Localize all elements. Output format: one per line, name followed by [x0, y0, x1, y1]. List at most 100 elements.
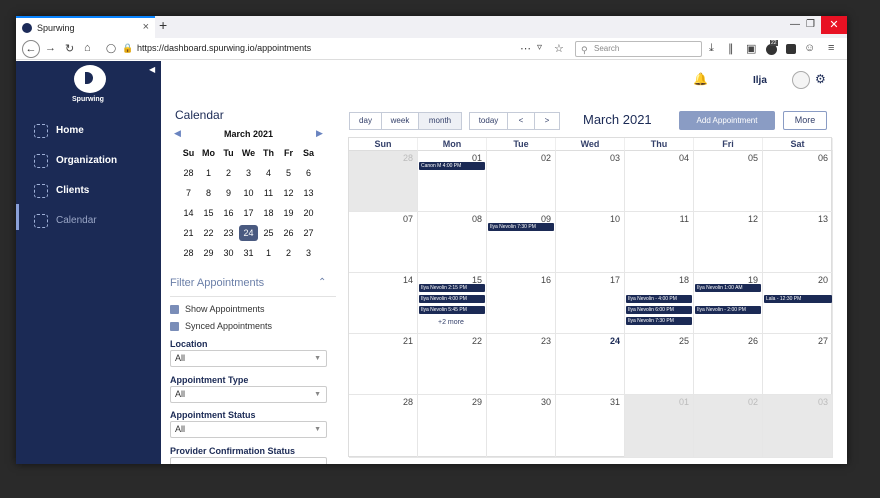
- mini-day[interactable]: 3: [299, 245, 318, 261]
- day-cell[interactable]: 06: [763, 151, 833, 212]
- day-cell[interactable]: 14: [349, 273, 418, 334]
- mini-day[interactable]: 26: [279, 225, 298, 241]
- day-cell[interactable]: 11: [625, 212, 694, 273]
- mini-day[interactable]: 14: [179, 205, 198, 221]
- minimize-icon[interactable]: —: [790, 19, 800, 30]
- reload-icon[interactable]: ↻: [65, 42, 74, 55]
- provider-status-select[interactable]: [170, 457, 327, 464]
- mini-day[interactable]: 4: [259, 165, 278, 181]
- event[interactable]: Ilya Nevolin 5:45 PM: [419, 306, 485, 314]
- event[interactable]: Ilya Nevolin 2:15 PM: [419, 284, 485, 292]
- day-cell[interactable]: 21: [349, 334, 418, 395]
- event[interactable]: Ilya Nevolin 7:30 PM: [488, 223, 554, 231]
- search-input[interactable]: ⚲ Search: [575, 41, 702, 57]
- day-cell[interactable]: 08: [418, 212, 487, 273]
- day-cell[interactable]: 16: [487, 273, 556, 334]
- appointment-status-select[interactable]: All ▼: [170, 421, 327, 438]
- day-cell[interactable]: 28: [349, 151, 418, 212]
- mini-day[interactable]: 3: [239, 165, 258, 181]
- more-button[interactable]: More: [783, 111, 827, 130]
- day-cell[interactable]: 07: [349, 212, 418, 273]
- mini-day[interactable]: 24: [239, 225, 258, 241]
- event[interactable]: Canon M 4:00 PM: [419, 162, 485, 170]
- star-icon[interactable]: ☆: [554, 42, 564, 55]
- mini-day[interactable]: 15: [199, 205, 218, 221]
- day-cell[interactable]: 24: [556, 334, 625, 395]
- event[interactable]: Ilya Nevolin 7:30 PM: [626, 317, 692, 325]
- mini-day[interactable]: 9: [219, 185, 238, 201]
- event[interactable]: Ilya Nevolin - 4:00 PM: [626, 295, 692, 303]
- mini-day[interactable]: 21: [179, 225, 198, 241]
- library-icon[interactable]: ∥: [728, 42, 734, 55]
- mini-day[interactable]: 25: [259, 225, 278, 241]
- mini-prev-icon[interactable]: ◀: [174, 128, 181, 139]
- event[interactable]: Ilya Nevolin - 2:00 PM: [695, 306, 761, 314]
- day-cell[interactable]: 02: [487, 151, 556, 212]
- url-bar[interactable]: https://dashboard.spurwing.io/appointmen…: [137, 43, 311, 53]
- event[interactable]: Lala - 12:30 PM: [764, 295, 832, 303]
- day-cell[interactable]: 17: [556, 273, 625, 334]
- day-cell[interactable]: 26: [694, 334, 763, 395]
- mini-day[interactable]: 18: [259, 205, 278, 221]
- day-cell[interactable]: 29: [418, 395, 487, 458]
- mini-day[interactable]: 12: [279, 185, 298, 201]
- day-cell[interactable]: 01: [625, 395, 694, 458]
- day-cell[interactable]: 05: [694, 151, 763, 212]
- menu-dots-icon[interactable]: ⋯: [520, 42, 531, 55]
- mini-day[interactable]: 16: [219, 205, 238, 221]
- event[interactable]: Ilya Nevolin 4:00 PM: [419, 295, 485, 303]
- mini-day[interactable]: 28: [179, 165, 198, 181]
- mini-day[interactable]: 30: [219, 245, 238, 261]
- mini-day[interactable]: 2: [219, 165, 238, 181]
- mini-day[interactable]: 11: [259, 185, 278, 201]
- day-cell[interactable]: 10: [556, 212, 625, 273]
- event[interactable]: Ilya Nevolin 1:00 AM: [695, 284, 761, 292]
- reader-icon[interactable]: ▣: [746, 42, 756, 55]
- download-icon[interactable]: ⤓: [709, 42, 714, 55]
- today-button[interactable]: today: [469, 112, 508, 130]
- day-cell[interactable]: 20 Lala - 12:30 PM: [763, 273, 833, 334]
- show-appointments-checkbox[interactable]: [170, 305, 179, 314]
- mini-day[interactable]: 5: [279, 165, 298, 181]
- day-cell[interactable]: 02: [694, 395, 763, 458]
- day-cell[interactable]: 15 Ilya Nevolin 2:15 PM Ilya Nevolin 4:00 …: [418, 273, 487, 334]
- close-window-icon[interactable]: ✕: [821, 16, 847, 34]
- mini-day[interactable]: 10: [239, 185, 258, 201]
- mini-day[interactable]: 6: [299, 165, 318, 181]
- day-cell[interactable]: 13: [763, 212, 833, 273]
- mini-day[interactable]: 23: [219, 225, 238, 241]
- user-name[interactable]: Ilja: [753, 75, 767, 86]
- browser-tab[interactable]: Spurwing ×: [16, 16, 155, 38]
- day-cell[interactable]: 25: [625, 334, 694, 395]
- collapse-icon[interactable]: ◀: [149, 65, 155, 74]
- day-cell[interactable]: 30: [487, 395, 556, 458]
- mini-day[interactable]: 8: [199, 185, 218, 201]
- add-appointment-button[interactable]: Add Appointment: [679, 111, 775, 130]
- pocket-icon[interactable]: ▿: [537, 42, 542, 53]
- profile-icon[interactable]: ☺: [804, 42, 815, 54]
- location-select[interactable]: All ▼: [170, 350, 327, 367]
- filter-title[interactable]: Filter Appointments: [170, 277, 264, 289]
- mini-day[interactable]: 1: [259, 245, 278, 261]
- forward-icon[interactable]: →: [45, 42, 56, 54]
- next-button[interactable]: >: [534, 112, 560, 130]
- day-cell[interactable]: 22: [418, 334, 487, 395]
- view-month-button[interactable]: month: [418, 112, 462, 130]
- view-week-button[interactable]: week: [381, 112, 419, 130]
- synced-appointments-checkbox[interactable]: [170, 322, 179, 331]
- tab-close-icon[interactable]: ×: [143, 21, 149, 33]
- mini-day[interactable]: 13: [299, 185, 318, 201]
- home-icon[interactable]: ⌂: [84, 42, 91, 54]
- gear-icon[interactable]: ⚙: [815, 72, 826, 86]
- day-cell[interactable]: 31: [556, 395, 625, 458]
- maximize-icon[interactable]: ❐: [806, 19, 815, 30]
- new-tab-button[interactable]: +: [159, 17, 167, 33]
- day-cell[interactable]: 12: [694, 212, 763, 273]
- day-cell[interactable]: 18 Ilya Nevolin - 4:00 PM Ilya Nevolin 6:0…: [625, 273, 694, 334]
- mini-day[interactable]: 31: [239, 245, 258, 261]
- day-cell[interactable]: 03: [556, 151, 625, 212]
- mini-day[interactable]: 27: [299, 225, 318, 241]
- bell-icon[interactable]: 🔔: [693, 72, 708, 86]
- mini-day[interactable]: 29: [199, 245, 218, 261]
- more-events-link[interactable]: +2 more: [438, 319, 464, 326]
